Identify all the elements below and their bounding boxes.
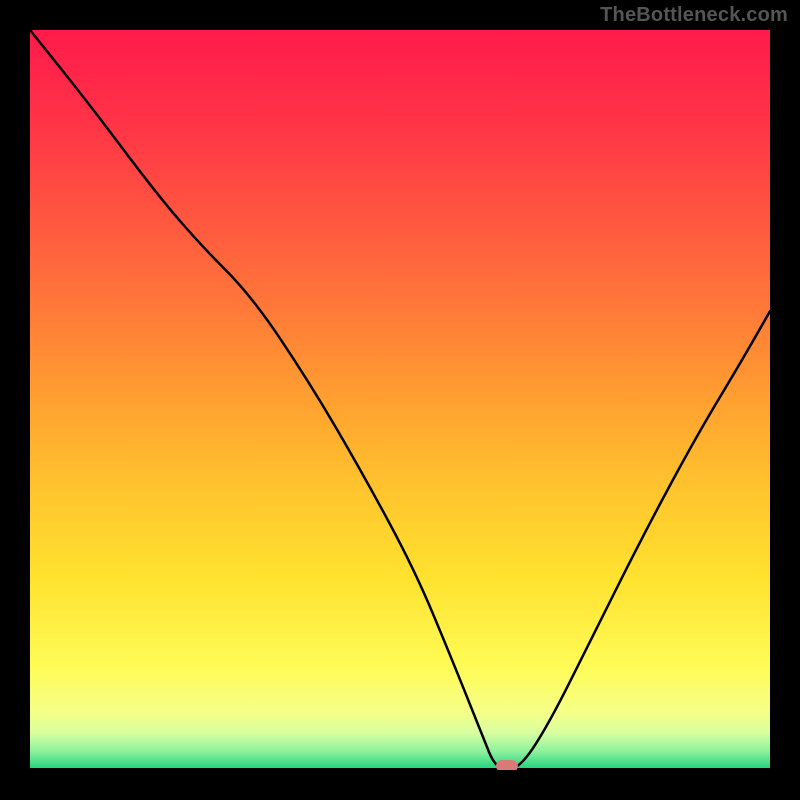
watermark-text: TheBottleneck.com (600, 4, 788, 27)
bottleneck-curve (30, 30, 770, 770)
plot-area (30, 30, 770, 770)
optimal-point-marker (496, 760, 518, 770)
x-axis-baseline (30, 768, 770, 770)
chart-frame: TheBottleneck.com (0, 0, 800, 800)
